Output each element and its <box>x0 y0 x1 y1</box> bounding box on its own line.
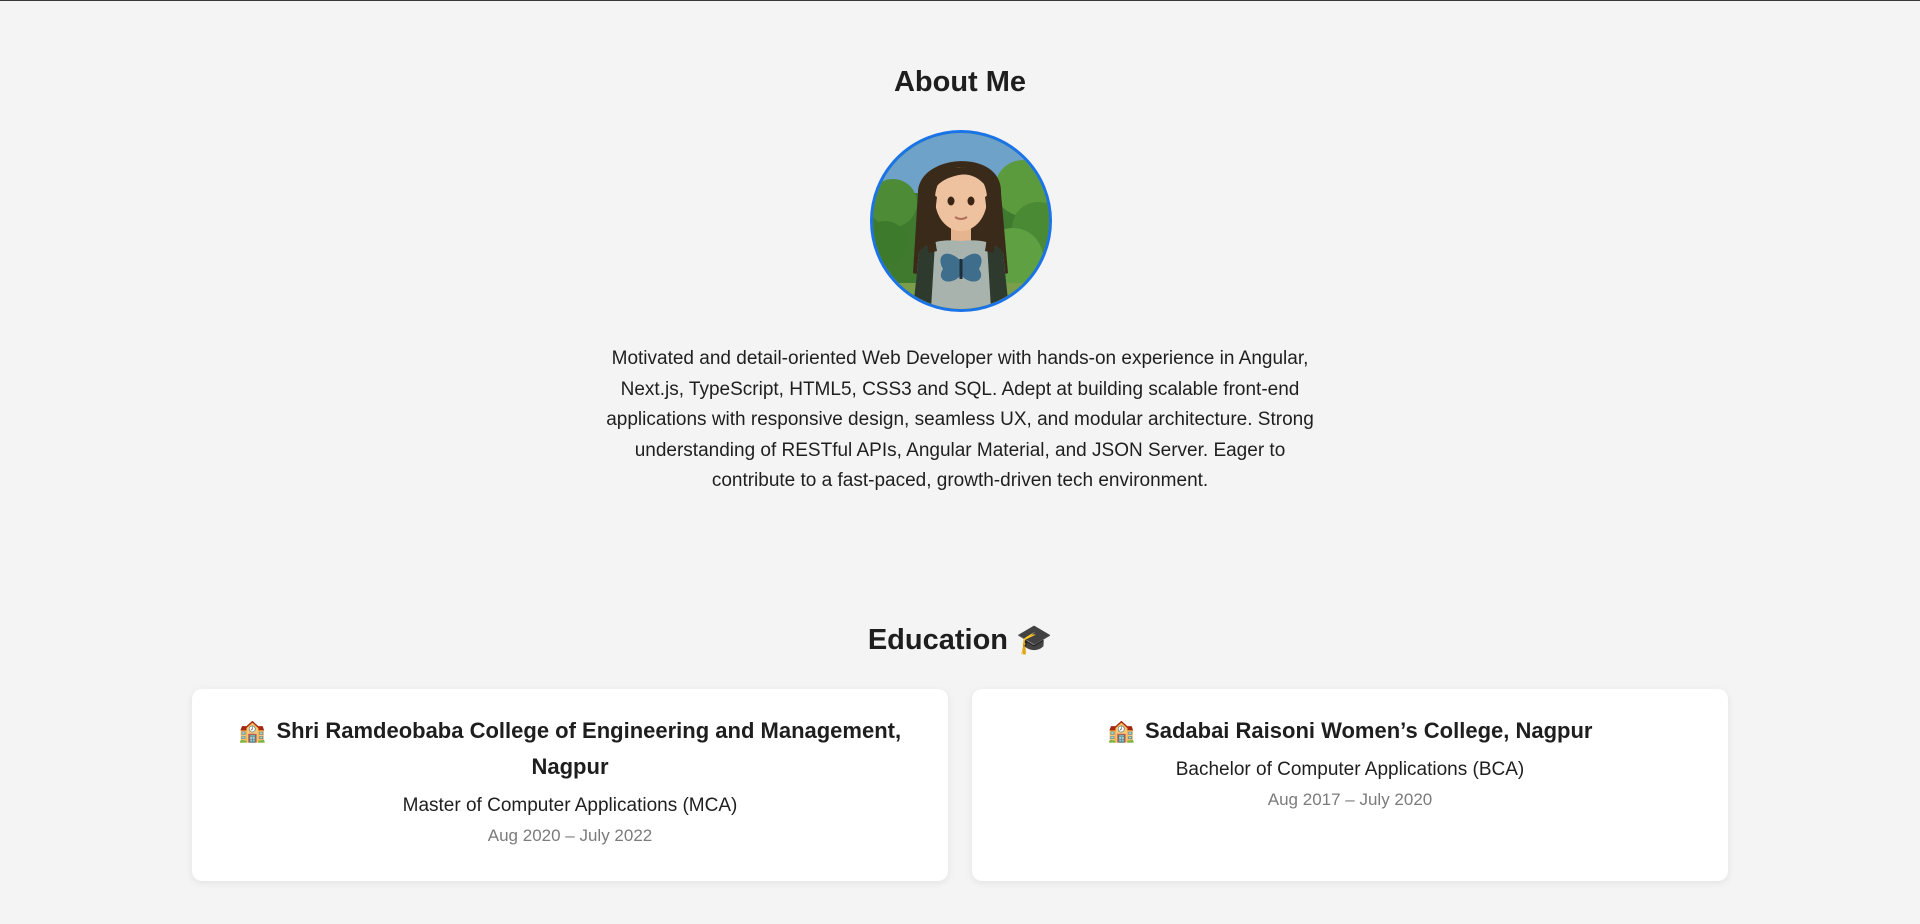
education-card-title: 🏫 Sadabai Raisoni Women’s College, Nagpu… <box>1008 713 1692 749</box>
education-card-title: 🏫 Shri Ramdeobaba College of Engineering… <box>228 713 912 785</box>
about-bio: Motivated and detail-oriented Web Develo… <box>606 348 1314 491</box>
institution-name: Sadabai Raisoni Women’s College, Nagpur <box>1145 718 1593 743</box>
education-title: Education 🎓 <box>0 622 1920 658</box>
about-title: About Me <box>893 66 1027 98</box>
avatar-illustration <box>873 133 1049 309</box>
school-icon: 🏫 <box>1107 718 1135 743</box>
degree-name: Master of Computer Applications (MCA) <box>402 795 738 816</box>
education-cards: 🏫 Shri Ramdeobaba College of Engineering… <box>192 689 1728 881</box>
degree-dates: Aug 2017 – July 2020 <box>1267 790 1433 809</box>
education-title-text: Education <box>867 624 1008 656</box>
education-card-mca: 🏫 Shri Ramdeobaba College of Engineering… <box>192 689 948 881</box>
institution-name: Shri Ramdeobaba College of Engineering a… <box>276 718 902 779</box>
top-border <box>0 0 1920 1</box>
degree-dates: Aug 2020 – July 2022 <box>487 826 653 845</box>
profile-avatar <box>870 130 1052 312</box>
education-card-bca: 🏫 Sadabai Raisoni Women’s College, Nagpu… <box>972 689 1728 881</box>
graduation-cap-icon: 🎓 <box>1016 624 1053 656</box>
degree-name: Bachelor of Computer Applications (BCA) <box>1175 759 1525 780</box>
school-icon: 🏫 <box>238 718 267 743</box>
